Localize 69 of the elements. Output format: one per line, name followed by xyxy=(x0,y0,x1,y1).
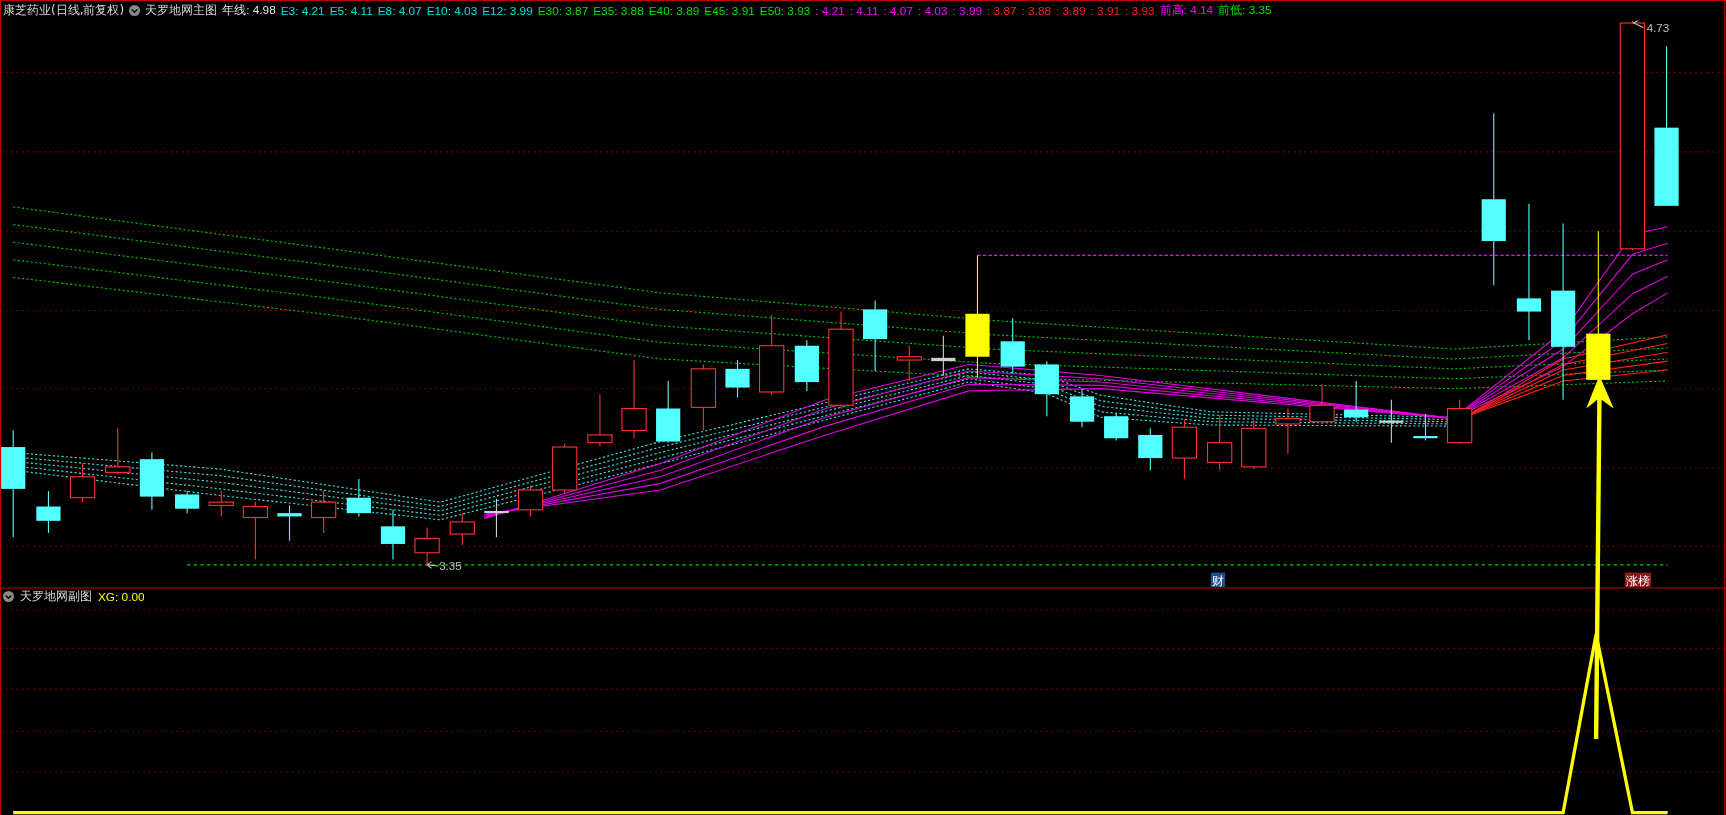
candlestick xyxy=(931,335,956,376)
indicator-reading: : 3.88 xyxy=(1021,3,1052,18)
indicator-reading: E3: 4.21 xyxy=(280,3,325,18)
candlestick xyxy=(690,363,717,432)
candlestick xyxy=(1344,380,1369,423)
candlestick xyxy=(1171,418,1198,480)
candlestick xyxy=(105,427,131,476)
indicator-reading: 前高: 4.14 xyxy=(1159,2,1214,19)
candlestick xyxy=(863,300,888,372)
indicator-reading: : 3.93 xyxy=(1125,3,1155,18)
candlestick xyxy=(1104,412,1129,441)
indicator-reading: 年线: 4.98 xyxy=(222,2,276,19)
candlestick xyxy=(69,463,96,503)
candlestick xyxy=(1034,360,1059,417)
indicator-reading: E40: 3.89 xyxy=(648,3,700,18)
candlestick xyxy=(175,490,200,514)
candlestick xyxy=(277,504,302,542)
candlestick xyxy=(346,478,371,517)
indicator-reading: E30: 3.87 xyxy=(537,3,589,18)
indicator-reading: E10: 4.03 xyxy=(426,3,478,18)
candlestick xyxy=(484,498,509,538)
candlestick xyxy=(656,380,681,444)
candlestick xyxy=(36,490,61,534)
indicator-reading: : 4.11 xyxy=(849,3,879,18)
candlestick xyxy=(1069,388,1095,428)
candlestick xyxy=(380,509,406,560)
indicator-reading: : 4.21 xyxy=(815,3,845,18)
candlestick xyxy=(1275,407,1301,455)
candlestick xyxy=(896,345,922,382)
indicator-reading: : 4.03 xyxy=(917,3,948,18)
indicator-reading: : 4.07 xyxy=(883,3,913,18)
candlestick xyxy=(794,339,819,392)
candlestick xyxy=(139,452,164,511)
candlestick xyxy=(242,501,269,560)
indicator-reading: : 3.89 xyxy=(1056,3,1086,18)
candlestick xyxy=(449,512,475,546)
indicator-reading: : 3.99 xyxy=(952,3,982,18)
indicator-name[interactable]: 天罗地网主图 xyxy=(145,2,218,19)
indicator-reading: E5: 4.11 xyxy=(329,3,373,18)
indicator-reading: E8: 4.07 xyxy=(377,3,422,18)
candlestick xyxy=(725,359,750,399)
indicator-reading: E50: 3.93 xyxy=(759,3,811,18)
candlestick xyxy=(552,443,578,495)
indicator-reading: : 3.87 xyxy=(987,3,1017,18)
stock-title: 康芝药业(日线,前复权) xyxy=(3,2,125,19)
dropdown-icon[interactable] xyxy=(129,5,141,16)
candlestick xyxy=(414,526,440,567)
indicator-name[interactable]: 天罗地网副图 xyxy=(20,588,92,605)
candlestick xyxy=(310,490,337,534)
indicator-reading: E12: 3.99 xyxy=(482,3,533,18)
candlestick xyxy=(1309,383,1335,425)
dropdown-icon[interactable] xyxy=(3,591,14,602)
candlestick xyxy=(208,490,234,517)
candlestick xyxy=(1379,399,1404,444)
candlestick xyxy=(1241,418,1267,470)
candlestick xyxy=(1000,317,1025,374)
indicator-reading: 前低: 3.35 xyxy=(1218,2,1272,19)
candlestick xyxy=(517,485,544,517)
indicator-reading: E35: 3.88 xyxy=(593,3,644,18)
indicator-reading: XG: 0.00 xyxy=(98,589,145,604)
candlestick xyxy=(587,393,613,447)
event-tag: 涨榜 xyxy=(1624,572,1652,588)
candlestick xyxy=(1413,413,1438,441)
event-tag: 财 xyxy=(1210,572,1226,588)
candlestick xyxy=(1446,399,1473,445)
indicator-reading: E45: 3.91 xyxy=(704,3,755,18)
candlestick xyxy=(1138,427,1163,471)
candlestick xyxy=(1207,414,1233,471)
indicator-reading: : 3.91 xyxy=(1090,3,1121,18)
